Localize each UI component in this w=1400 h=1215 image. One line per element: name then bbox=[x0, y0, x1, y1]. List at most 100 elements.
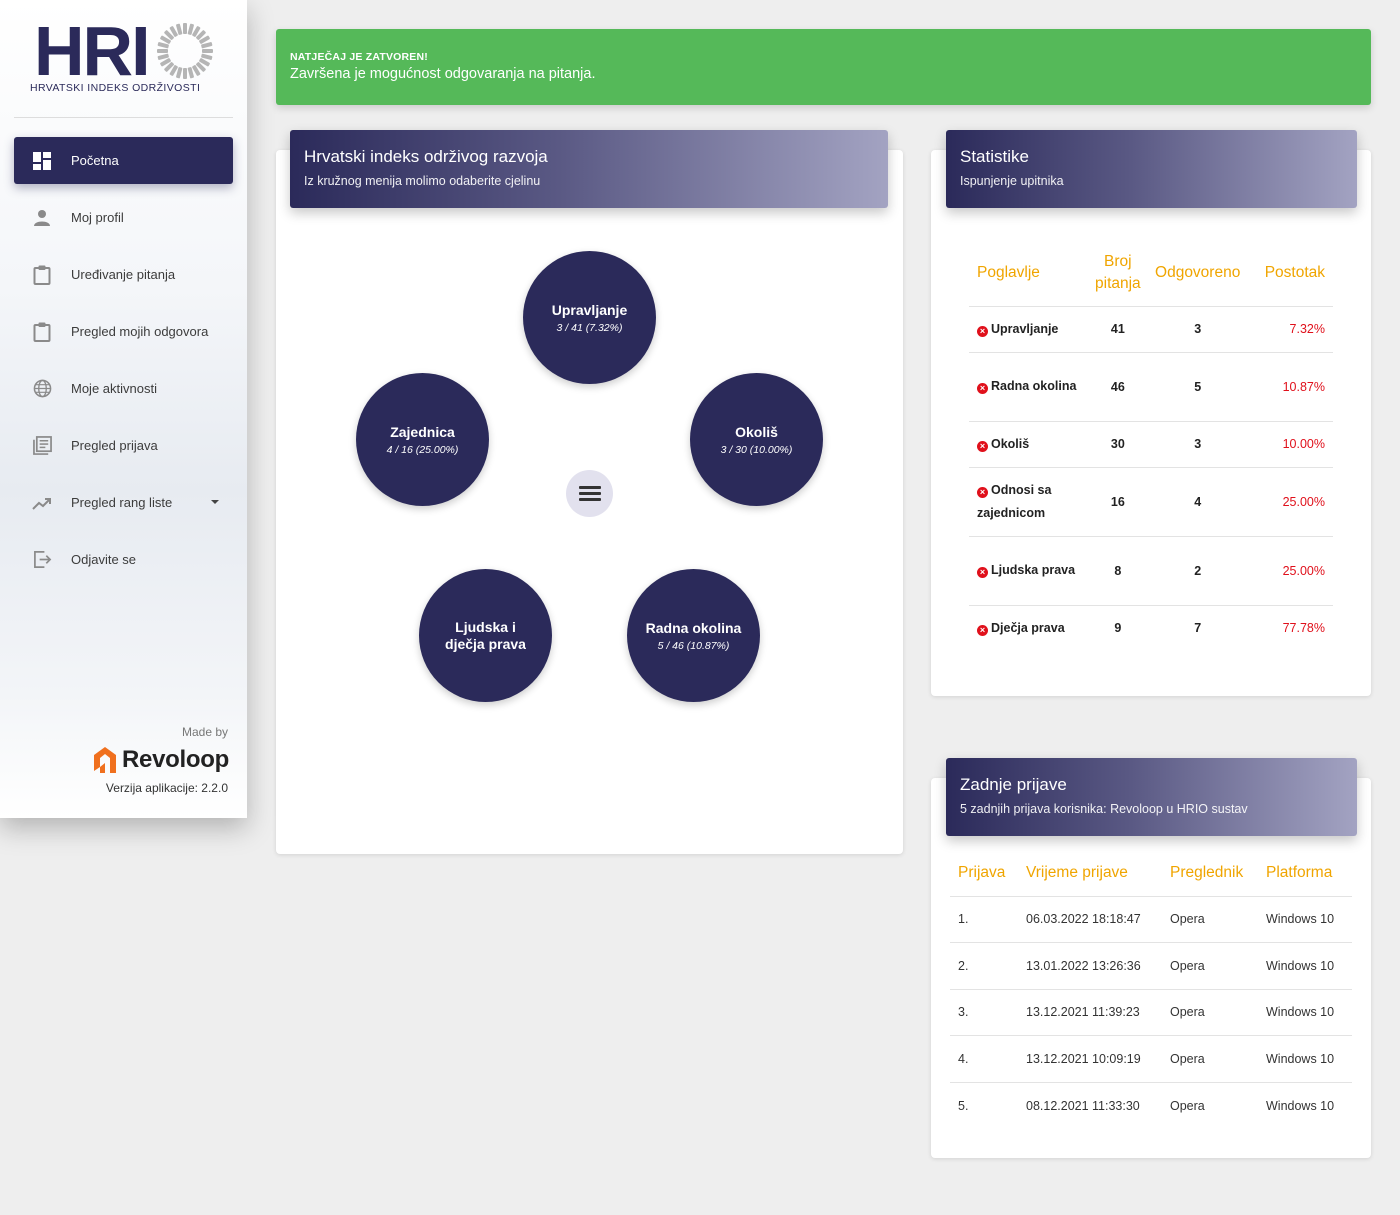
index-card-title: Hrvatski indeks održivog razvoja bbox=[304, 147, 548, 166]
trending-up-icon bbox=[32, 493, 52, 513]
column-header[interactable]: Broj pitanja bbox=[1087, 240, 1149, 306]
made-by-label: Made by bbox=[181, 725, 228, 739]
circle-okolis[interactable]: Okoliš 3 / 30 (10.00%) bbox=[690, 373, 823, 506]
answered-cell: 2 bbox=[1148, 535, 1247, 605]
error-x-icon: × bbox=[977, 486, 988, 498]
sidebar-item-odjavite-se[interactable]: Odjavite se bbox=[14, 536, 233, 583]
chapter-cell: × Odnosi sa zajednicom bbox=[969, 466, 1087, 536]
circle-stat: 4 / 16 (25.00%) bbox=[386, 443, 459, 456]
hamburger-menu-icon[interactable] bbox=[566, 470, 613, 517]
sidebar-item-uredivanje-pitanja[interactable]: Uređivanje pitanja bbox=[14, 251, 233, 298]
login-time-cell: 13.12.2021 11:39:23 bbox=[1018, 988, 1162, 1036]
alert-message: Završena je mogućnost odgovaranja na pit… bbox=[290, 66, 596, 82]
circle-stat: 5 / 46 (10.87%) bbox=[657, 639, 730, 652]
sidebar-item-label: Pregled mojih odgovora bbox=[71, 324, 209, 339]
sidebar-item-label: Moje aktivnosti bbox=[71, 381, 157, 396]
table-row: 1. 06.03.2022 18:18:47 Opera Windows 10 bbox=[950, 895, 1352, 943]
circle-stat: 3 / 41 (7.32%) bbox=[556, 321, 623, 334]
questions-cell: 46 bbox=[1087, 351, 1149, 421]
chapter-cell: × Dječja prava bbox=[969, 604, 1087, 651]
chapter-name: Radna okolina bbox=[991, 379, 1077, 393]
column-header[interactable]: Vrijeme prijave bbox=[1018, 850, 1162, 896]
sidebar-item-label: Početna bbox=[71, 153, 119, 168]
clipboard-icon bbox=[32, 265, 52, 285]
logo-text: HRI bbox=[34, 12, 151, 90]
circle-ljudska-i-djecja-prava[interactable]: Ljudska i dječja prava bbox=[419, 569, 552, 702]
login-number-cell: 1. bbox=[950, 895, 1018, 943]
error-x-icon: × bbox=[977, 624, 988, 636]
browser-cell: Opera bbox=[1162, 988, 1258, 1036]
menu-bar bbox=[578, 486, 601, 489]
circle-stat: 3 / 30 (10.00%) bbox=[720, 443, 793, 456]
percent-cell: 25.00% bbox=[1246, 535, 1333, 605]
platform-cell: Windows 10 bbox=[1258, 895, 1352, 943]
questions-cell: 30 bbox=[1087, 420, 1149, 467]
error-x-icon: × bbox=[977, 383, 988, 394]
competition-closed-alert: NATJEČAJ JE ZATVOREN! Završena je mogućn… bbox=[276, 29, 1371, 105]
percent-cell: 77.78% bbox=[1246, 604, 1333, 651]
sidebar-item-pregled-prijava[interactable]: Pregled prijava bbox=[14, 422, 233, 469]
column-header[interactable]: Preglednik bbox=[1162, 850, 1258, 896]
sidebar-item-moj-profil[interactable]: Moj profil bbox=[14, 194, 233, 241]
circle-zajednica[interactable]: Zajednica 4 / 16 (25.00%) bbox=[356, 373, 489, 506]
revoloop-logo[interactable]: Revoloop bbox=[92, 744, 229, 776]
column-header[interactable]: Odgovoreno bbox=[1149, 240, 1247, 306]
circle-name: Upravljanje bbox=[551, 301, 628, 318]
table-row: 5. 08.12.2021 11:33:30 Opera Windows 10 bbox=[950, 1081, 1352, 1129]
column-header[interactable]: Platforma bbox=[1258, 850, 1352, 896]
logout-icon bbox=[32, 550, 52, 570]
platform-cell: Windows 10 bbox=[1258, 1081, 1352, 1129]
dashboard-icon bbox=[32, 151, 52, 171]
sidebar-item-moje-aktivnosti[interactable]: Moje aktivnosti bbox=[14, 365, 233, 412]
table-row: × Odnosi sa zajednicom 16 4 25.00% bbox=[969, 466, 1333, 536]
column-header[interactable]: Prijava bbox=[950, 850, 1018, 896]
circle-name: Ljudska i dječja prava bbox=[445, 618, 526, 652]
caret-down-icon[interactable] bbox=[211, 500, 219, 504]
sidebar-item-pocetna[interactable]: Početna bbox=[14, 137, 233, 184]
sidebar-item-pregled-mojih-odgovora[interactable]: Pregled mojih odgovora bbox=[14, 308, 233, 355]
clipboard-icon bbox=[32, 322, 52, 342]
circle-name: Okoliš bbox=[735, 423, 778, 440]
stats-card-subtitle: Ispunjenje upitnika bbox=[960, 174, 1064, 188]
chapter-cell: × Ljudska prava bbox=[969, 535, 1087, 605]
circle-name: Zajednica bbox=[390, 423, 455, 440]
sidebar-divider bbox=[14, 117, 233, 118]
percent-cell: 25.00% bbox=[1246, 466, 1333, 536]
error-x-icon: × bbox=[977, 567, 988, 578]
sidebar: HRI HRVATSKI INDEKS ODRŽIVOSTI Početna M… bbox=[0, 0, 247, 818]
table-header-row: Prijava Vrijeme prijave Preglednik Platf… bbox=[950, 850, 1352, 896]
percent-cell: 7.32% bbox=[1246, 305, 1333, 352]
chapter-cell: × Upravljanje bbox=[969, 305, 1087, 352]
chapter-name: Okoliš bbox=[991, 436, 1030, 451]
column-header[interactable]: Poglavlje bbox=[969, 240, 1087, 306]
error-x-icon: × bbox=[977, 440, 988, 452]
browser-cell: Opera bbox=[1162, 1081, 1258, 1129]
sidebar-item-label: Odjavite se bbox=[71, 552, 137, 567]
platform-cell: Windows 10 bbox=[1258, 988, 1352, 1036]
table-row: × Upravljanje 41 3 7.32% bbox=[969, 305, 1333, 352]
error-x-icon: × bbox=[977, 325, 988, 337]
circle-radna-okolina[interactable]: Radna okolina 5 / 46 (10.87%) bbox=[627, 569, 760, 702]
logins-card-subtitle: 5 zadnjih prijava korisnika: Revoloop u … bbox=[960, 802, 1248, 816]
menu-bar bbox=[578, 498, 601, 501]
index-card-header: Hrvatski indeks održivog razvoja Iz kruž… bbox=[290, 130, 888, 208]
app-version: Verzija aplikacije: 2.2.0 bbox=[105, 781, 228, 795]
hrio-logo[interactable]: HRI HRVATSKI INDEKS ODRŽIVOSTI bbox=[30, 12, 220, 98]
browser-cell: Opera bbox=[1162, 895, 1258, 943]
stats-card-header: Statistike Ispunjenje upitnika bbox=[946, 130, 1357, 208]
sidebar-item-pregled-rang-liste[interactable]: Pregled rang liste bbox=[14, 479, 233, 526]
column-header[interactable]: Postotak bbox=[1247, 240, 1333, 306]
table-row: 3. 13.12.2021 11:39:23 Opera Windows 10 bbox=[950, 988, 1352, 1036]
logins-card-title: Zadnje prijave bbox=[960, 775, 1067, 794]
circle-upravljanje[interactable]: Upravljanje 3 / 41 (7.32%) bbox=[523, 251, 656, 384]
login-time-cell: 13.12.2021 10:09:19 bbox=[1018, 1035, 1162, 1082]
login-number-cell: 5. bbox=[950, 1081, 1018, 1129]
platform-cell: Windows 10 bbox=[1258, 1035, 1352, 1082]
chapter-name: Dječja prava bbox=[991, 620, 1065, 635]
chapter-cell: × Radna okolina bbox=[969, 351, 1087, 421]
login-number-cell: 2. bbox=[950, 942, 1018, 989]
platform-cell: Windows 10 bbox=[1258, 942, 1352, 989]
logins-card-header: Zadnje prijave 5 zadnjih prijava korisni… bbox=[946, 758, 1357, 836]
questions-cell: 9 bbox=[1087, 604, 1149, 651]
answered-cell: 7 bbox=[1148, 604, 1247, 651]
